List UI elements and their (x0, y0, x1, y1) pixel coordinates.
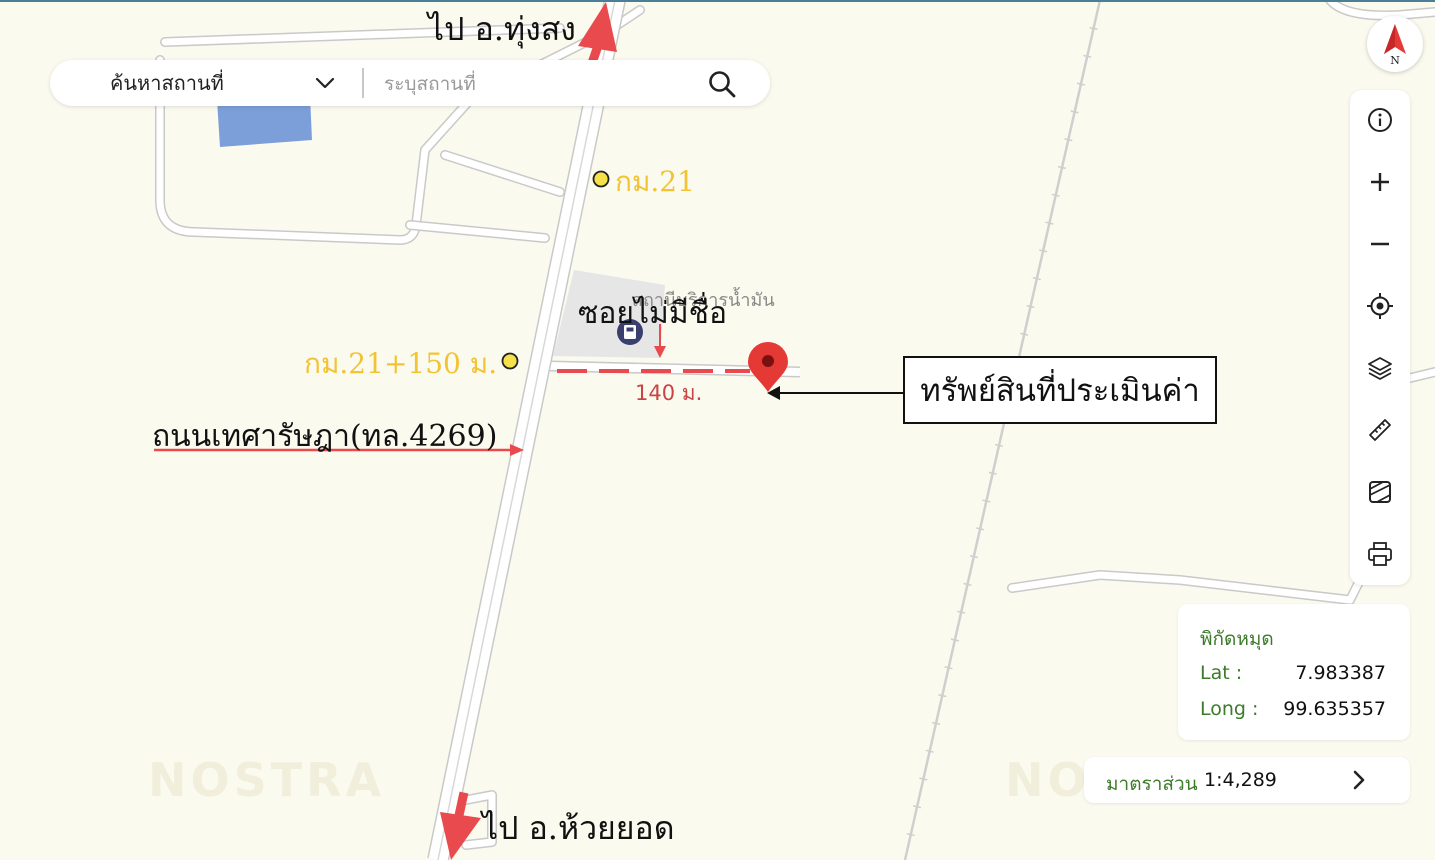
lat-label: Lat : (1200, 662, 1243, 684)
to-north-label: ไป อ.ทุ่งสง (428, 10, 576, 48)
km-marker-21-label: กม.21 (615, 165, 695, 198)
long-value: 99.635357 (1283, 698, 1386, 720)
watermark-left: NOSTRA (148, 753, 385, 807)
search-bar: ค้นหาสถานที่ (50, 60, 770, 106)
top-border (0, 0, 1435, 2)
search-category-select[interactable]: ค้นหาสถานที่ (110, 67, 224, 99)
scale-value: 1:4,289 (1204, 769, 1277, 791)
zoom-out-icon[interactable] (1365, 229, 1395, 259)
compass-north-icon: N (1384, 24, 1406, 67)
chevron-down-icon[interactable] (313, 71, 337, 95)
map-toolbar (1350, 90, 1410, 585)
layers-icon[interactable] (1365, 353, 1395, 383)
print-icon[interactable] (1365, 539, 1395, 569)
km-marker-21-150-dot (501, 352, 519, 370)
coordinates-panel: พิกัดหมุด Lat : 7.983387 Long : 99.63535… (1178, 604, 1410, 740)
locate-icon[interactable] (1365, 291, 1395, 321)
soi-label: ซอยไม่มีชื่อ (578, 296, 727, 331)
distance-label: 140 ม. (635, 381, 702, 405)
road-label: ถนนเทศารัษฎา(ทล.4269) (152, 419, 498, 454)
asset-label-box: ทรัพย์สินที่ประเมินค่า (903, 356, 1217, 424)
km-marker-21-150-label: กม.21+150 ม. (304, 347, 498, 380)
chevron-right-icon[interactable] (1346, 767, 1372, 793)
search-separator (362, 68, 364, 98)
km-marker-21-dot (592, 170, 610, 188)
ruler-icon[interactable] (1365, 415, 1395, 445)
long-label: Long : (1200, 698, 1259, 720)
asset-label: ทรัพย์สินที่ประเมินค่า (920, 373, 1200, 409)
compass-label: N (1390, 54, 1400, 67)
zoom-in-icon[interactable] (1365, 167, 1395, 197)
search-icon[interactable] (706, 68, 738, 100)
compass-button[interactable]: N (1367, 16, 1423, 72)
search-input[interactable] (382, 68, 686, 100)
lat-value: 7.983387 (1295, 662, 1386, 684)
scale-panel: มาตราส่วน 1:4,289 (1084, 757, 1410, 803)
map-style-icon[interactable] (1365, 477, 1395, 507)
to-south-label: ไป อ.ห้วยยอด (482, 809, 675, 847)
scale-label: มาตราส่วน (1106, 773, 1198, 795)
coordinates-title: พิกัดหมุด (1200, 628, 1274, 650)
info-icon[interactable] (1365, 105, 1395, 135)
